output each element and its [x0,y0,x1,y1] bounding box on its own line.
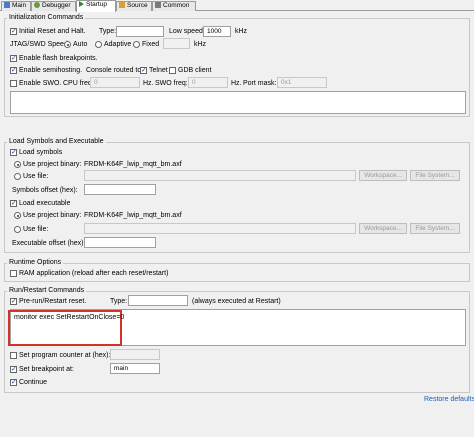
ram-application-checkbox[interactable] [10,270,17,277]
init-commands-textarea[interactable] [10,91,466,114]
auto-label: Auto [73,41,88,48]
symbols-file-system-button[interactable]: File System... [410,170,460,181]
ram-application-label: RAM application (reload after each reset… [19,270,169,277]
cpu-freq-unit: Hz. [143,80,154,87]
type-label: Type: [99,28,117,35]
gdb-client-checkbox[interactable] [169,67,176,74]
run-command-text: monitor exec SetRestartOnClose=0 [14,314,125,321]
run-restart-title: Run/Restart Commands [7,286,87,295]
executable-project-binary-label: Use project binary: [23,212,82,219]
set-breakpoint-label: Set breakpoint at: [19,366,74,373]
set-breakpoint-checkbox[interactable] [10,365,17,373]
low-speed-label: Low speed: [169,28,205,35]
load-executable-checkbox[interactable] [10,199,17,207]
symbols-project-binary-radio[interactable] [14,161,21,168]
swo-label: Enable SWO. [19,80,62,87]
swo-freq-unit: Hz. [231,80,242,87]
adaptive-label: Adaptive [104,41,132,48]
telnet-checkbox[interactable] [140,66,147,74]
executable-offset-input[interactable] [84,237,156,248]
startup-tab-icon [79,1,84,7]
symbols-binary-name: FRDM-K64F_lwip_mqtt_bm.axf [84,161,182,168]
executable-offset-label: Executable offset (hex): [12,240,86,247]
symbols-use-file-label: Use file: [23,173,49,180]
pre-run-type-label: Type: [110,298,128,305]
tab-debugger[interactable]: Debugger [31,1,76,11]
gdb-client-label: GDB client [178,67,212,74]
fixed-radio[interactable] [133,41,140,48]
initial-reset-checkbox[interactable] [10,27,17,35]
load-group [4,142,470,253]
load-symbols-label: Load symbols [19,149,63,156]
semihosting-label: Enable semihosting. [19,67,83,74]
fixed-unit: kHz [194,41,207,48]
executable-file-system-button[interactable]: File System... [410,223,460,234]
executable-file-input[interactable] [84,223,356,234]
source-tab-icon [119,2,125,8]
pre-run-reset-label: Pre-run/Restart reset. [19,298,87,305]
symbols-workspace-button[interactable]: Workspace... [359,170,407,181]
tab-label: Common [163,2,190,9]
tab-label: Debugger [42,2,71,9]
load-executable-label: Load executable [19,200,71,207]
main-tab-icon [4,2,10,8]
executable-project-binary-radio[interactable] [14,212,21,219]
jtag-speed-label: JTAG/SWD Speed: [10,41,70,48]
pre-run-reset-checkbox[interactable] [10,297,17,305]
load-title: Load Symbols and Executable [7,137,106,146]
tab-source[interactable]: Source [116,1,152,11]
symbols-project-binary-label: Use project binary: [23,161,82,168]
continue-checkbox[interactable] [10,378,17,386]
low-speed-input[interactable]: 1000 [203,26,231,37]
reset-type-input[interactable] [116,26,164,37]
set-pc-input[interactable] [110,349,160,360]
flash-breakpoints-checkbox[interactable] [10,54,17,62]
initialization-title: Initialization Commands [7,13,86,22]
tab-bar: Main Debugger Startup Source Common [0,0,474,12]
debugger-tab-icon [34,2,40,8]
always-executed-label: (always executed at Restart) [192,298,281,305]
port-mask-label: Port mask: [243,80,277,87]
symbols-offset-label: Symbols offset (hex): [12,187,78,194]
pre-run-type-input[interactable] [128,295,188,306]
flash-breakpoints-label: Enable flash breakpoints. [19,55,98,62]
common-tab-icon [155,2,161,8]
initial-reset-label: Initial Reset and Halt. [19,28,86,35]
tab-startup[interactable]: Startup [76,0,116,12]
swo-freq-input[interactable]: 0 [188,77,228,88]
set-pc-checkbox[interactable] [10,352,17,359]
load-symbols-checkbox[interactable] [10,148,17,156]
swo-freq-label: SWO freq: [155,80,188,87]
tab-label: Startup [86,1,107,8]
executable-use-file-radio[interactable] [14,226,21,233]
executable-binary-name: FRDM-K64F_lwip_mqtt_bm.axf [84,212,182,219]
breakpoint-input[interactable]: main [110,363,160,374]
port-mask-input[interactable]: 0x1 [277,77,327,88]
executable-workspace-button[interactable]: Workspace... [359,223,407,234]
semihosting-checkbox[interactable] [10,66,17,74]
tab-common[interactable]: Common [152,1,196,11]
restore-defaults-link[interactable]: Restore defaults [424,395,474,404]
runtime-title: Runtime Options [7,258,64,267]
low-speed-unit: kHz [235,28,248,35]
tab-label: Main [12,2,27,9]
fixed-speed-input[interactable] [163,38,190,49]
swo-checkbox[interactable] [10,80,17,87]
set-pc-label: Set program counter at (hex): [19,352,111,359]
auto-radio[interactable] [64,41,71,48]
tab-label: Source [127,2,148,9]
executable-use-file-label: Use file: [23,226,49,233]
cpu-freq-input[interactable]: 0 [90,77,140,88]
console-routed-label: Console routed to: [86,67,144,74]
symbols-file-input[interactable] [84,170,356,181]
telnet-label: Telnet [149,67,168,74]
symbols-offset-input[interactable] [84,184,156,195]
tab-main[interactable]: Main [1,1,31,11]
adaptive-radio[interactable] [95,41,102,48]
fixed-label: Fixed [142,41,160,48]
continue-label: Continue [19,379,48,386]
symbols-use-file-radio[interactable] [14,173,21,180]
